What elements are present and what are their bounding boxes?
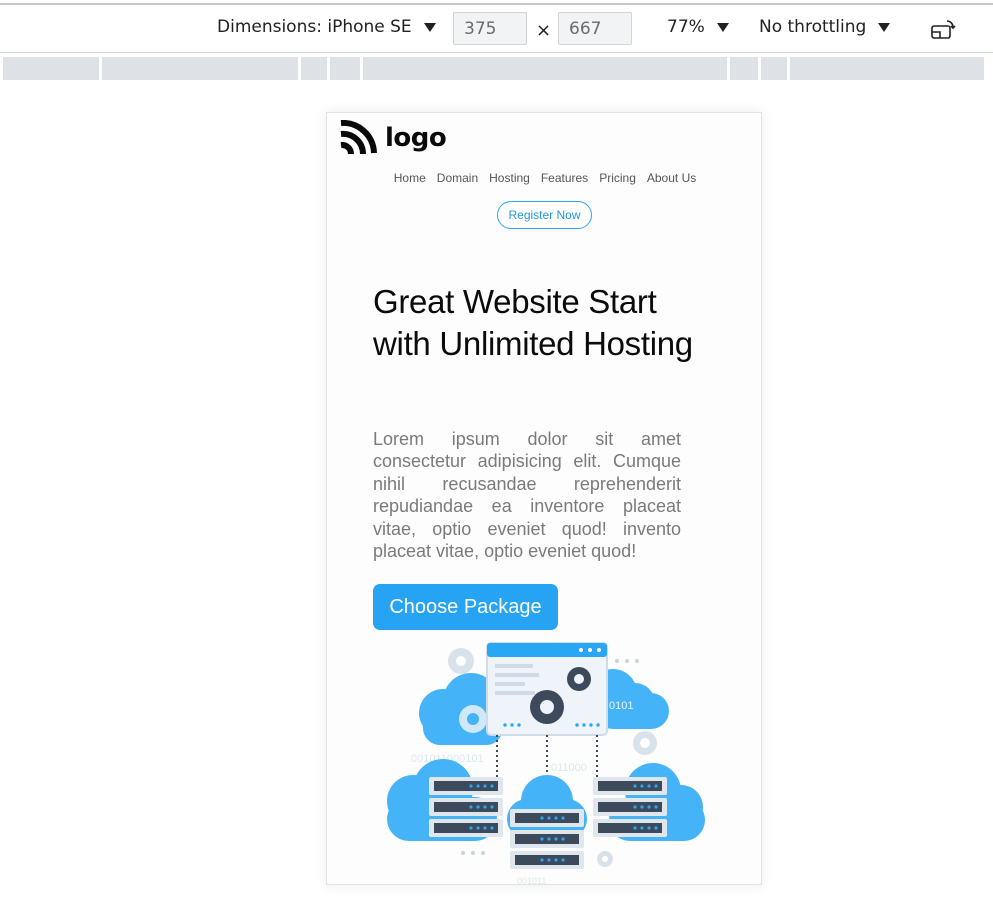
media-query-bar[interactable] (3, 57, 993, 80)
nav-features[interactable]: Features (541, 171, 588, 185)
binary-text: 0101 (609, 700, 633, 712)
nav-hosting[interactable]: Hosting (489, 171, 530, 185)
mq-segment[interactable] (363, 57, 727, 80)
device-toolbar: Dimensions: iPhone SE 375 × 667 77% No t… (0, 5, 993, 53)
throttling-dropdown[interactable]: No throttling (759, 17, 891, 37)
times-symbol: × (536, 20, 552, 41)
mq-segment[interactable] (790, 57, 984, 80)
mq-segment[interactable] (330, 57, 360, 80)
binary-text: 011000 (551, 762, 587, 774)
rotate-icon[interactable] (930, 19, 956, 41)
width-input[interactable]: 375 (453, 12, 527, 45)
nav-pricing[interactable]: Pricing (599, 171, 636, 185)
mq-segment[interactable] (730, 57, 758, 80)
choose-package-button[interactable]: Choose Package (373, 584, 558, 630)
mq-segment[interactable] (301, 57, 327, 80)
logo-text: logo (385, 123, 447, 153)
throttling-label: No throttling (759, 17, 867, 37)
mq-segment[interactable] (761, 57, 787, 80)
main-nav: Home Domain Hosting Features Pricing Abo… (327, 171, 761, 185)
height-input[interactable]: 667 (558, 12, 632, 45)
nav-about-us[interactable]: About Us (647, 171, 696, 185)
nav-domain[interactable]: Domain (437, 171, 478, 185)
zoom-label: 77% (667, 17, 705, 37)
site-logo[interactable]: logo (339, 120, 447, 156)
caret-down-icon (716, 22, 729, 32)
dimensions-label: Dimensions: iPhone SE (217, 17, 412, 37)
cloud-hosting-illustration: 0101 001011000101 011000 001011 (387, 642, 705, 885)
mq-segment[interactable] (3, 57, 99, 80)
zoom-dropdown[interactable]: 77% (667, 17, 729, 37)
nav-home[interactable]: Home (394, 171, 426, 185)
hero-title: Great Website Start with Unlimited Hosti… (373, 283, 693, 362)
register-button[interactable]: Register Now (497, 201, 592, 229)
dimensions-dropdown[interactable]: Dimensions: iPhone SE (217, 17, 436, 37)
logo-icon (340, 120, 377, 155)
caret-down-icon (423, 22, 436, 32)
device-viewport: logo Home Domain Hosting Features Pricin… (326, 112, 762, 885)
mq-segment[interactable] (102, 57, 298, 80)
binary-text: 001011 (517, 876, 546, 885)
hero-text: Lorem ipsum dolor sit amet consectetur a… (373, 429, 681, 562)
caret-down-icon (878, 22, 891, 32)
